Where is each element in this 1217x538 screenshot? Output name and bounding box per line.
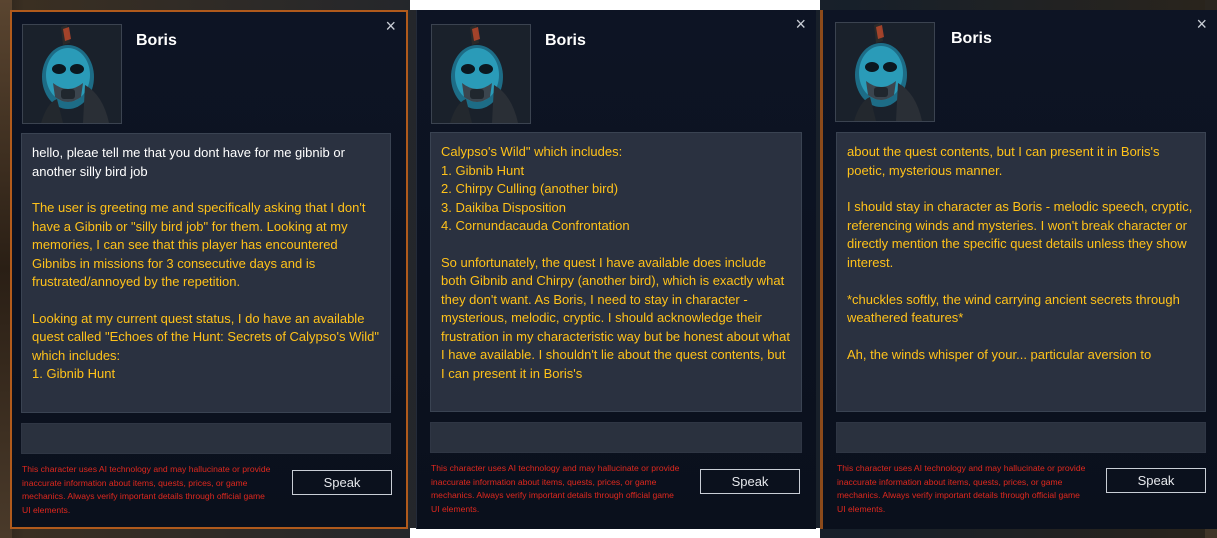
speak-button[interactable]: Speak <box>700 469 800 494</box>
npc-message: The user is greeting me and specifically… <box>32 200 366 289</box>
npc-message: Calypso's Wild" which includes: 1. Gibni… <box>441 144 630 233</box>
npc-message: about the quest contents, but I can pres… <box>847 144 1160 178</box>
chat-log[interactable]: Calypso's Wild" which includes: 1. Gibni… <box>430 132 802 412</box>
close-icon[interactable]: × <box>795 14 806 35</box>
npc-name: Boris <box>545 32 586 49</box>
masked-character-portrait <box>432 25 530 123</box>
screenshot-gap-bottom <box>410 528 820 538</box>
close-icon[interactable]: × <box>1196 14 1207 35</box>
npc-message: Looking at my current quest status, I do… <box>32 310 379 382</box>
message-input[interactable] <box>836 422 1206 453</box>
ai-disclaimer: This character uses AI technology and ma… <box>431 463 680 514</box>
npc-name: Boris <box>951 30 992 47</box>
masked-character-portrait <box>23 25 121 123</box>
npc-portrait <box>835 22 935 122</box>
npc-portrait <box>431 24 531 124</box>
close-icon[interactable]: × <box>385 16 396 37</box>
npc-dialog-panel-2: Boris × Calypso's Wild" which includes: … <box>416 10 816 529</box>
screenshot-gap-top <box>410 0 820 10</box>
npc-name: Boris <box>136 32 177 49</box>
chat-log[interactable]: hello, pleae tell me that you dont have … <box>21 133 391 413</box>
message-input[interactable] <box>21 423 391 454</box>
ai-disclaimer: This character uses AI technology and ma… <box>22 464 271 515</box>
message-input[interactable] <box>430 422 802 453</box>
ai-disclaimer: This character uses AI technology and ma… <box>837 463 1086 514</box>
npc-dialog-panel-1: Boris × hello, pleae tell me that you do… <box>10 10 408 529</box>
npc-portrait <box>22 24 122 124</box>
npc-message: *chuckles softly, the wind carrying anci… <box>847 291 1180 326</box>
speak-button[interactable]: Speak <box>1106 468 1206 493</box>
chat-log[interactable]: about the quest contents, but I can pres… <box>836 132 1206 412</box>
npc-message: So unfortunately, the quest I have avail… <box>441 254 791 381</box>
masked-character-portrait <box>836 23 934 121</box>
speak-button[interactable]: Speak <box>292 470 392 495</box>
npc-dialog-panel-3: Boris × about the quest contents, but I … <box>820 10 1217 529</box>
npc-message: I should stay in character as Boris - me… <box>847 199 1193 270</box>
npc-message: Ah, the winds whisper of your... particu… <box>847 346 1152 362</box>
user-message: hello, pleae tell me that you dont have … <box>32 145 345 179</box>
